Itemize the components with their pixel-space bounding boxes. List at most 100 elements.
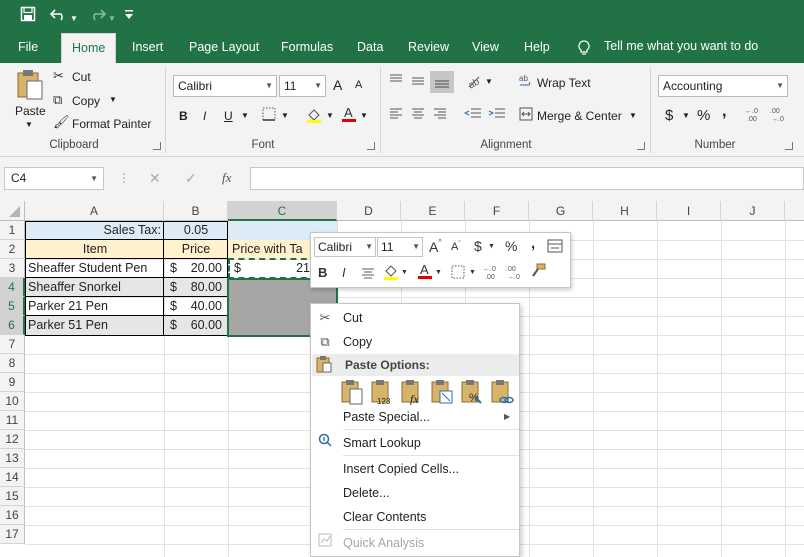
tab-page-layout[interactable]: Page Layout [179,33,269,63]
cancel-icon[interactable]: ✕ [149,170,161,187]
top-align-icon[interactable] [388,73,404,92]
formula-input[interactable] [250,167,804,190]
orientation-icon[interactable]: ab [466,73,482,92]
column-header-g[interactable]: G [529,201,593,221]
italic-button[interactable]: I [203,109,206,123]
tab-formulas[interactable]: Formulas [271,33,343,63]
number-launcher-icon[interactable] [785,142,793,150]
mini-increase-decimal-icon[interactable]: ←.0.00 [483,264,501,283]
row-header-14[interactable]: 14 [0,468,25,487]
align-right-icon[interactable] [432,106,448,125]
cell-a2[interactable]: Item [27,240,163,259]
mini-percent-button[interactable]: % [505,238,517,254]
context-menu-delete[interactable]: Delete... [311,481,519,505]
underline-dropdown-icon[interactable]: ▼ [241,111,249,120]
mini-borders-dropdown-icon[interactable]: ▼ [469,269,476,276]
lightbulb-icon[interactable] [578,40,590,59]
cell-b6[interactable]: 60.00 [180,316,222,335]
column-header-d[interactable]: D [337,201,401,221]
paste-formulas-icon[interactable]: fx [401,379,425,406]
chevron-down-icon[interactable]: ▼ [365,238,373,256]
chevron-down-icon[interactable]: ▼ [90,168,98,189]
column-header-e[interactable]: E [401,201,465,221]
number-format-box[interactable]: Accounting ▼ [658,75,788,97]
cell-a3[interactable]: Sheaffer Student Pen [28,259,163,278]
mini-format-painter-icon[interactable] [530,263,546,282]
copy-icon[interactable]: ⧉ [53,92,62,108]
name-box[interactable]: C4 ▼ [4,167,104,190]
tab-data[interactable]: Data [347,33,393,63]
column-header-a[interactable]: A [25,201,164,221]
underline-button[interactable]: U [224,109,233,123]
row-header-16[interactable]: 16 [0,506,25,525]
mini-comma-button[interactable]: , [531,235,535,252]
tab-file[interactable]: File [8,33,48,63]
row-header-4[interactable]: 4 [0,278,25,297]
mini-borders-icon[interactable] [451,265,465,282]
orientation-dropdown-icon[interactable]: ▼ [485,77,493,86]
mini-center-align-icon[interactable] [361,266,375,283]
accounting-format-button[interactable]: $ [665,107,673,124]
row-header-2[interactable]: 2 [0,240,25,259]
cell-b2[interactable]: Price [165,240,227,259]
row-header-8[interactable]: 8 [0,354,25,373]
tab-review[interactable]: Review [398,33,459,63]
paste-icon[interactable] [341,379,365,405]
mini-grow-font-icon[interactable]: A^ [429,239,442,255]
tell-me-search[interactable]: Tell me what you want to do [604,39,758,53]
merge-center-button[interactable]: Merge & Center [537,109,622,123]
mini-font-color-dropdown-icon[interactable]: ▼ [435,269,442,276]
borders-dropdown-icon[interactable]: ▼ [281,111,289,120]
copy-button[interactable]: Copy [72,94,100,108]
increase-decimal-icon[interactable]: ←.0.00 [745,106,763,125]
context-menu-smart-lookup[interactable]: Smart Lookup [311,431,519,455]
comma-style-button[interactable]: , [722,103,726,121]
column-header-b[interactable]: B [164,201,228,221]
mini-font-size-box[interactable]: 11 ▼ [377,237,423,257]
decrease-decimal-icon[interactable]: .00 →.0 [770,106,788,125]
cut-button[interactable]: Cut [72,70,91,84]
paste-dropdown-icon[interactable]: ▼ [25,120,33,129]
scissors-icon[interactable]: ✂ [53,68,64,84]
redo-dropdown-icon[interactable]: ▼ [108,9,116,29]
context-menu-cut[interactable]: ✂ Cut [311,306,519,330]
paste-link-icon[interactable] [491,379,515,405]
cell-b4[interactable]: 80.00 [180,278,222,297]
mini-decrease-decimal-icon[interactable]: .00 →.0 [506,264,524,283]
column-header-f[interactable]: F [465,201,529,221]
select-all-corner[interactable] [0,201,25,221]
borders-icon[interactable] [262,107,276,124]
cell-c2[interactable]: Price with Ta [232,240,312,259]
column-header-k[interactable] [785,201,804,221]
row-header-6[interactable]: 6 [0,316,25,335]
font-size-box[interactable]: 11 ▼ [279,75,326,97]
grow-font-icon[interactable]: A [333,77,342,93]
middle-align-icon[interactable] [410,73,426,92]
paste-button[interactable]: Paste [15,104,46,118]
save-icon[interactable] [20,6,36,28]
tab-home[interactable]: Home [61,33,117,63]
mini-shrink-font-icon[interactable]: Aˇ [451,241,461,253]
font-color-dropdown-icon[interactable]: ▼ [360,111,368,120]
chevron-down-icon[interactable]: ▼ [776,76,784,96]
paste-icon[interactable] [15,69,45,104]
bold-button[interactable]: B [179,109,188,123]
undo-dropdown-icon[interactable]: ▼ [70,9,78,29]
bottom-align-icon[interactable] [430,71,454,93]
paste-transpose-icon[interactable] [431,379,455,405]
column-header-j[interactable]: J [721,201,785,221]
row-header-12[interactable]: 12 [0,430,25,449]
cell-a4[interactable]: Sheaffer Snorkel [28,278,163,297]
mini-bold-button[interactable]: B [318,265,327,280]
copy-dropdown-icon[interactable]: ▼ [109,95,117,104]
row-header-5[interactable]: 5 [0,297,25,316]
mini-currency-dropdown-icon[interactable]: ▼ [488,243,495,250]
row-header-9[interactable]: 9 [0,373,25,392]
mini-fill-color-dropdown-icon[interactable]: ▼ [401,269,408,276]
cell-a1[interactable]: Sales Tax: [27,221,161,240]
tab-view[interactable]: View [462,33,509,63]
row-header-15[interactable]: 15 [0,487,25,506]
context-menu-paste-special[interactable]: Paste Special... ▶ [311,405,519,429]
customize-qat-icon[interactable] [124,7,134,29]
mini-font-name-box[interactable]: Calibri ▼ [314,237,376,257]
